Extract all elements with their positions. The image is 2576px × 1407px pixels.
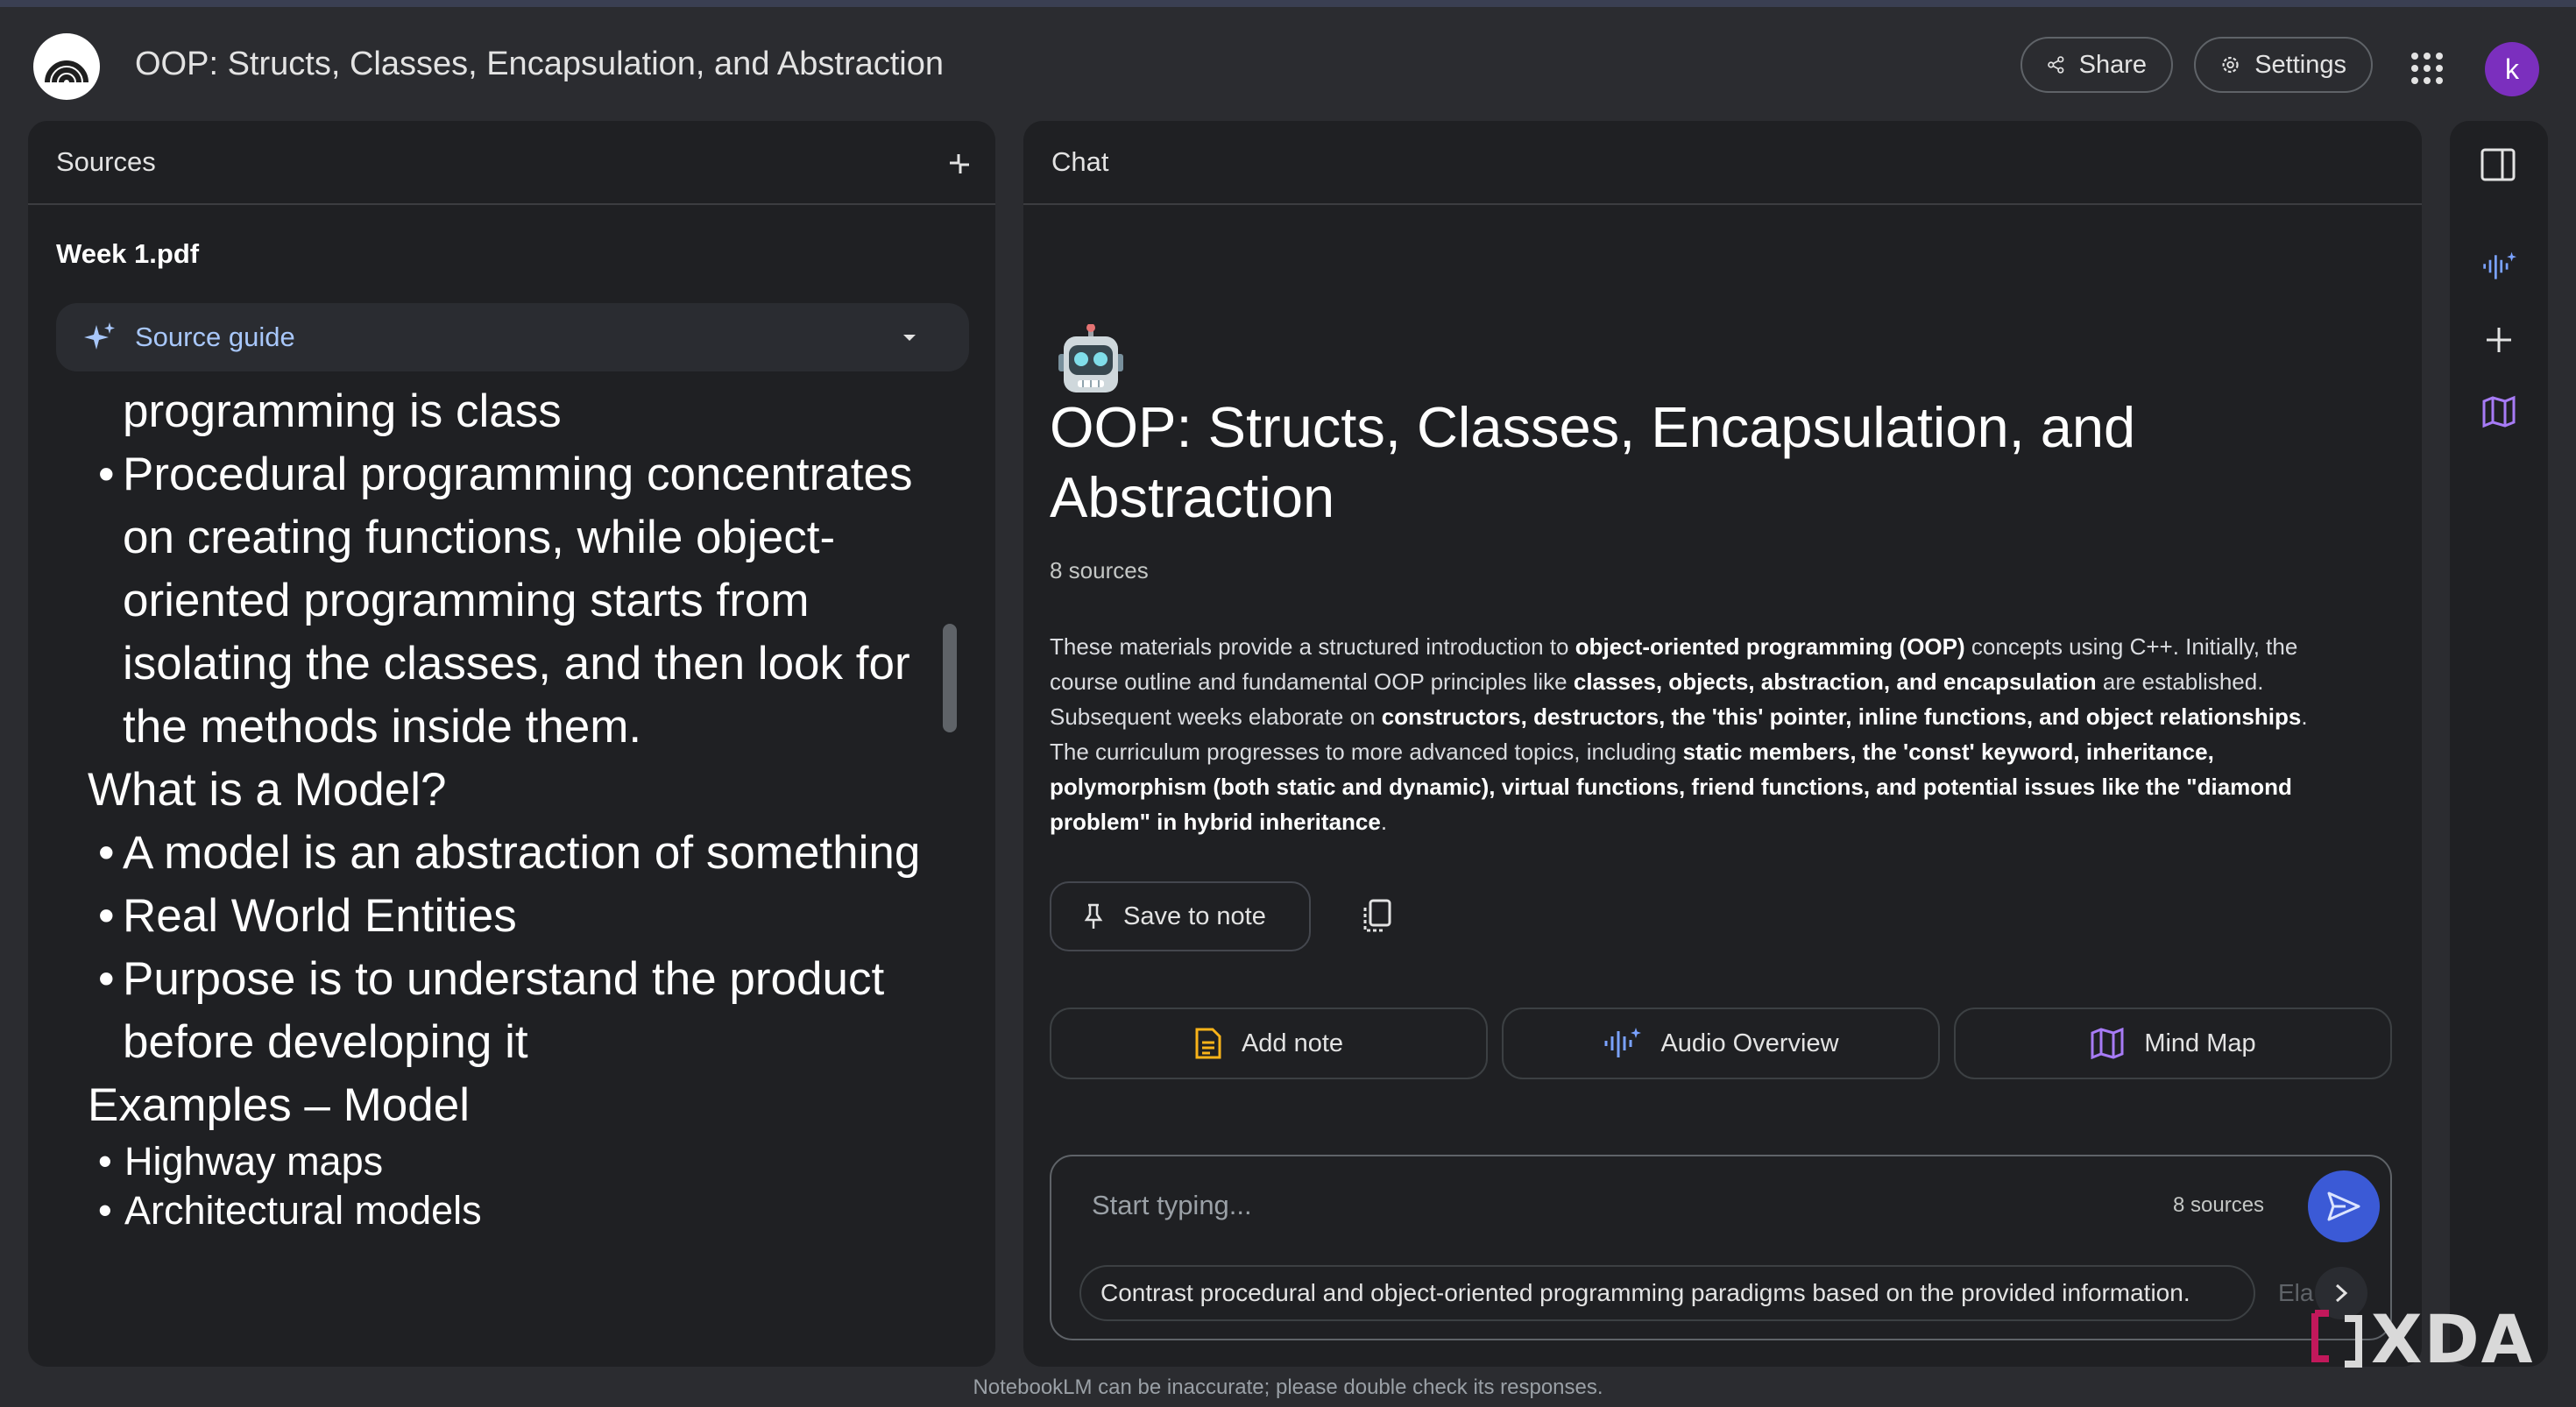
add-icon[interactable] xyxy=(2481,322,2516,357)
map-icon xyxy=(2091,1028,2124,1059)
audio-overview-button[interactable]: Audio Overview xyxy=(1502,1008,1940,1079)
sources-panel: Sources Week 1.pdf Source guide programm… xyxy=(28,121,995,1367)
google-apps-icon[interactable] xyxy=(2411,53,2443,84)
source-guide-toggle[interactable]: Source guide xyxy=(56,303,969,371)
doc-bullet: Procedural programming concentrates on c… xyxy=(56,443,932,759)
chat-header: Chat xyxy=(1023,121,2422,205)
xda-wordmark: XDA xyxy=(2371,1299,2535,1378)
source-file-name: Week 1.pdf xyxy=(56,238,200,269)
studio-panel xyxy=(2450,121,2548,1367)
doc-bullet: Architectural models xyxy=(56,1186,932,1235)
mind-map-label: Mind Map xyxy=(2144,1029,2256,1057)
chat-panel: Chat OOP: Structs, Classes, Encapsulatio… xyxy=(1023,121,2422,1367)
avatar[interactable]: k xyxy=(2485,42,2539,96)
doc-bullet: Purpose is to understand the product bef… xyxy=(56,948,932,1074)
settings-button[interactable]: Settings xyxy=(2194,37,2373,93)
audio-overview-icon[interactable] xyxy=(2481,249,2516,284)
app-header: OOP: Structs, Classes, Encapsulation, an… xyxy=(0,7,2576,123)
document-scrollbar[interactable] xyxy=(943,624,957,732)
audio-overview-label: Audio Overview xyxy=(1660,1029,1839,1057)
note-icon xyxy=(1195,1028,1221,1059)
collapse-panel-icon[interactable] xyxy=(946,151,973,177)
doc-bullet: Highway maps xyxy=(56,1137,932,1186)
share-label: Share xyxy=(2078,50,2147,79)
send-icon xyxy=(2327,1191,2360,1221)
chat-title: Chat xyxy=(1051,146,1109,177)
doc-heading: What is a Model? xyxy=(88,764,447,816)
notebook-summary: These materials provide a structured int… xyxy=(1050,633,2308,835)
add-note-label: Add note xyxy=(1241,1029,1344,1057)
notebook-heading: OOP: Structs, Classes, Encapsulation, an… xyxy=(1050,395,2136,529)
chevron-right-icon xyxy=(2335,1283,2348,1303)
copy-icon[interactable] xyxy=(1356,895,1398,937)
gear-icon xyxy=(2222,56,2239,74)
notebooklm-logo-icon[interactable] xyxy=(33,33,100,100)
window-top-border xyxy=(0,0,2576,7)
settings-label: Settings xyxy=(2254,50,2346,79)
robot-emoji-icon xyxy=(1058,324,1123,392)
doc-heading: Examples – Model xyxy=(88,1079,470,1131)
save-to-note-label: Save to note xyxy=(1123,901,1266,930)
source-document-viewer[interactable]: programming is class Procedural programmi… xyxy=(56,371,969,1367)
pin-icon xyxy=(1084,903,1103,929)
share-icon xyxy=(2048,56,2064,74)
mind-map-icon[interactable] xyxy=(2481,394,2516,429)
add-note-button[interactable]: Add note xyxy=(1050,1008,1488,1079)
mind-map-button[interactable]: Mind Map xyxy=(1954,1008,2392,1079)
doc-bullet: Real World Entities xyxy=(56,885,932,948)
doc-line-cut xyxy=(56,371,932,380)
chat-input-placeholder[interactable]: Start typing... xyxy=(1092,1190,1252,1221)
notebook-source-count: 8 sources xyxy=(1050,557,1149,583)
expand-panel-icon[interactable] xyxy=(2480,147,2516,182)
chevron-down-icon xyxy=(903,335,916,341)
doc-bullet: A model is an abstraction of something xyxy=(56,822,932,885)
disclaimer-text: NotebookLM can be inaccurate; please dou… xyxy=(973,1375,1603,1399)
source-guide-label: Source guide xyxy=(135,322,295,352)
input-source-count: 8 sources xyxy=(2173,1193,2265,1217)
document-text: programming is class Procedural programmi… xyxy=(56,371,932,1235)
share-button[interactable]: Share xyxy=(2020,37,2173,93)
send-button[interactable] xyxy=(2308,1170,2380,1242)
xda-watermark: XDA xyxy=(2310,1300,2555,1378)
chat-input-box[interactable]: Start typing... 8 sources Contrast proce… xyxy=(1050,1155,2392,1340)
notebook-title[interactable]: OOP: Structs, Classes, Encapsulation, an… xyxy=(135,46,985,83)
sources-title: Sources xyxy=(56,146,156,177)
suggestion-chip[interactable]: Contrast procedural and object-oriented … xyxy=(1079,1265,2255,1321)
xda-logo-icon xyxy=(2311,1310,2362,1368)
sources-header: Sources xyxy=(28,121,995,205)
doc-bullet: programming is class xyxy=(123,385,562,437)
audio-wave-icon xyxy=(1604,1028,1642,1057)
save-to-note-button[interactable]: Save to note xyxy=(1050,881,1311,951)
sparkle-icon xyxy=(84,322,115,350)
